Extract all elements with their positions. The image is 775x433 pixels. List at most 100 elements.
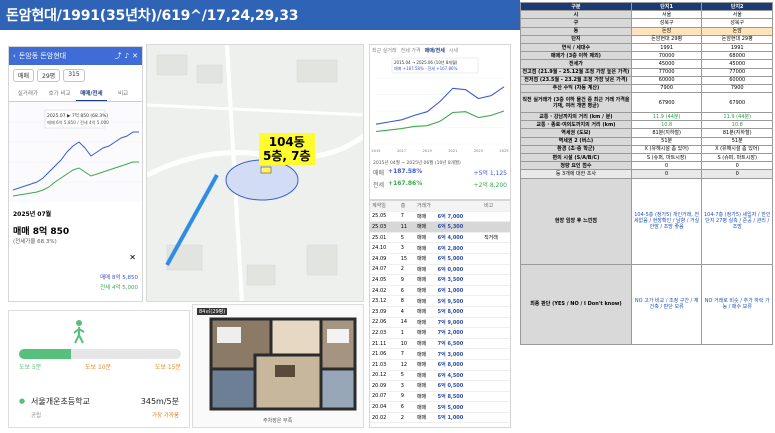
table-row[interactable]: 25.01 5 매매 6억 4,000 직거래 — [370, 232, 510, 244]
tx-floor: 12 — [398, 359, 415, 371]
chart-tooltip — [44, 109, 106, 129]
tx-price: 5억 8,000 — [435, 306, 483, 318]
row-value: 7900 — [701, 83, 773, 94]
chart-legend: 2015.04 → 2025.06 (10년 8개월) — [394, 59, 458, 65]
tab-2[interactable]: 매매/전세 — [75, 86, 108, 101]
table-row[interactable]: 22.06 14 매매 7억 9,000 — [370, 317, 510, 329]
tx-floor: 11 — [398, 221, 415, 233]
table-row[interactable]: 20.09 3 매매 6억 0,500 — [370, 380, 510, 392]
back-icon[interactable]: ‹ — [13, 52, 16, 60]
map-view[interactable]: 104동 5층, 7층 — [146, 44, 364, 302]
tx-price: 6억 3,500 — [435, 274, 483, 286]
tx-date: 24.07 — [370, 264, 399, 276]
tx-type: 매매 — [414, 264, 436, 276]
row-value: 77000 — [701, 67, 773, 77]
close-icon[interactable]: ✕ — [132, 52, 138, 60]
tx-floor: 2 — [398, 412, 415, 424]
school-distance: 345m/5분 — [140, 397, 179, 406]
row-value: 성북구 — [701, 18, 773, 28]
tooltip-line2: 매매 6억 5,850 / 전세 4억 5,000 — [47, 119, 109, 126]
share-icon[interactable]: ⤴ — [115, 51, 122, 61]
tx-date: 24.10 — [370, 242, 399, 254]
table-row[interactable]: 20.12 5 매매 6억 4,500 — [370, 370, 510, 382]
floor-plan: 84㎡(29평) 주차장은 부족 — [192, 304, 364, 428]
row-value: 1991 — [630, 42, 703, 53]
tx-note — [482, 327, 510, 339]
comparison-row: 등 3개에 대한 조사 0 0 — [520, 169, 773, 179]
chart-tab-1[interactable]: 전세 가격 — [401, 47, 421, 54]
tx-note — [482, 317, 510, 329]
table-row[interactable]: 23.12 8 매매 5억 9,500 — [370, 295, 510, 307]
chart-tab-3[interactable]: 시세 — [449, 47, 458, 54]
header-complex1: 단지1 — [630, 1, 703, 12]
tx-floor: 4 — [398, 306, 415, 318]
chart-stat-rent: 전세 +167.86% +2억 8,200 — [370, 179, 510, 190]
bell-icon[interactable]: ♪ — [125, 52, 129, 60]
table-row[interactable]: 22.03 1 매매 7억 2,000 — [370, 327, 510, 339]
x-tick-label: 2015 — [371, 149, 380, 153]
stat-sale-value: +187.58% — [388, 168, 423, 175]
table-row[interactable]: 25.03 11 매매 6억 5,300 — [370, 221, 510, 233]
filter-extra-select[interactable]: 315 — [63, 69, 85, 82]
comparison-row: 역세권 2 (버스) 51분 51분 — [520, 136, 773, 146]
building-104[interactable] — [260, 166, 272, 174]
row-value: 67900 — [630, 92, 703, 114]
chart-tab-2[interactable]: 매매/전세 — [425, 47, 445, 54]
table-row[interactable]: 23.09 4 매매 5억 8,000 — [370, 306, 510, 318]
school-name: 서울개운초등학교 — [31, 397, 90, 406]
table-row[interactable]: 21.03 12 매매 6억 8,000 — [370, 359, 510, 371]
date-badge: 2025년 07월 — [13, 211, 52, 218]
tab-0[interactable]: 실거래가 — [12, 86, 44, 101]
row-label: 역세권 2 (버스) — [520, 136, 632, 146]
table-row[interactable]: 21.06 7 매매 7억 3,000 — [370, 348, 510, 360]
page-title: 돈암현대/1991(35년차)/619^/17,24,29,33 — [6, 8, 299, 24]
table-row[interactable]: 24.07 2 매매 6억 0,000 — [370, 264, 510, 276]
row-value: 11.9 (44분) — [630, 112, 703, 122]
app-screenshot: ‹ 돈암동 돈암현대 ⤴ ♪ ✕ 매매 29평 315 실거래가 호가 비교 매… — [8, 46, 143, 302]
table-row[interactable]: 24.02 6 매매 6억 1,000 — [370, 285, 510, 297]
tx-note — [482, 295, 510, 307]
walk-ticks: 도보 5분 도보 10분 도보 15분 — [19, 362, 181, 371]
header-category: 구분 — [520, 1, 632, 12]
summary-close-icon[interactable]: ✕ — [129, 253, 136, 262]
row-label: 추산 수익 (차등 계산) — [520, 83, 632, 94]
table-row[interactable]: 24.05 9 매매 6억 3,500 — [370, 274, 510, 286]
map-canvas — [147, 45, 363, 301]
tab-3[interactable]: 비교 — [107, 86, 139, 101]
table-row[interactable]: 24.10 3 매매 6억 2,800 — [370, 242, 510, 254]
header-complex2: 단지2 — [701, 1, 773, 12]
comparison-row: 전저점 (23.5월 - 23.2월 조정 가장 낮은 가격) 60000 6000… — [520, 75, 773, 85]
app-title: 돈암동 돈암현대 — [18, 52, 67, 60]
table-row[interactable]: 21.11 10 매매 7억 6,500 — [370, 338, 510, 350]
col-note: 비고 — [482, 201, 510, 212]
tx-floor: 9 — [398, 274, 415, 286]
stat-sale-label: 매매 — [373, 170, 385, 177]
row-value: 10.8 — [701, 120, 773, 130]
filter-type-select[interactable]: 매매 — [13, 69, 35, 82]
table-row[interactable]: 25.05 7 매매 6억 7,000 — [370, 211, 510, 223]
x-tick-label: 2023 — [474, 149, 483, 153]
table-row[interactable]: 20.02 2 매매 5억 1,000 — [370, 412, 510, 424]
row-value: X (유해시설 좀 있어) — [630, 144, 703, 155]
row-value: S (슈퍼, 마트시장) — [630, 152, 703, 163]
row-value: 0 — [630, 161, 703, 171]
row-value: 돈암 — [701, 26, 773, 36]
table-row[interactable]: 20.07 9 매매 5억 8,500 — [370, 391, 510, 403]
tab-1[interactable]: 호가 비교 — [44, 86, 76, 101]
tooltip-line1: 2025.07 ▶ 7억 850 (68.3%) — [47, 112, 108, 119]
tx-floor: 15 — [398, 253, 415, 265]
tx-date: 20.04 — [370, 401, 399, 413]
table-row[interactable]: 20.04 6 매매 5억 5,000 — [370, 401, 510, 413]
tx-price: 6억 8,000 — [435, 359, 483, 371]
tx-floor: 8 — [398, 295, 415, 307]
chart-tab-0[interactable]: 최근 실거래 — [372, 47, 397, 54]
table-row[interactable]: 24.09 15 매매 6억 5,000 — [370, 253, 510, 265]
tx-type: 매매 — [414, 348, 436, 360]
tx-date: 20.12 — [370, 370, 399, 382]
tx-note — [482, 338, 510, 350]
tx-price: 5억 9,500 — [435, 295, 483, 307]
row-label: 시 — [520, 10, 632, 20]
comparison-row: 정량 요인 점수 0 0 — [520, 161, 773, 171]
chart-tabs: 최근 실거래 전세 가격 매매/전세 시세 — [370, 45, 510, 56]
filter-area-select[interactable]: 29평 — [37, 69, 61, 82]
